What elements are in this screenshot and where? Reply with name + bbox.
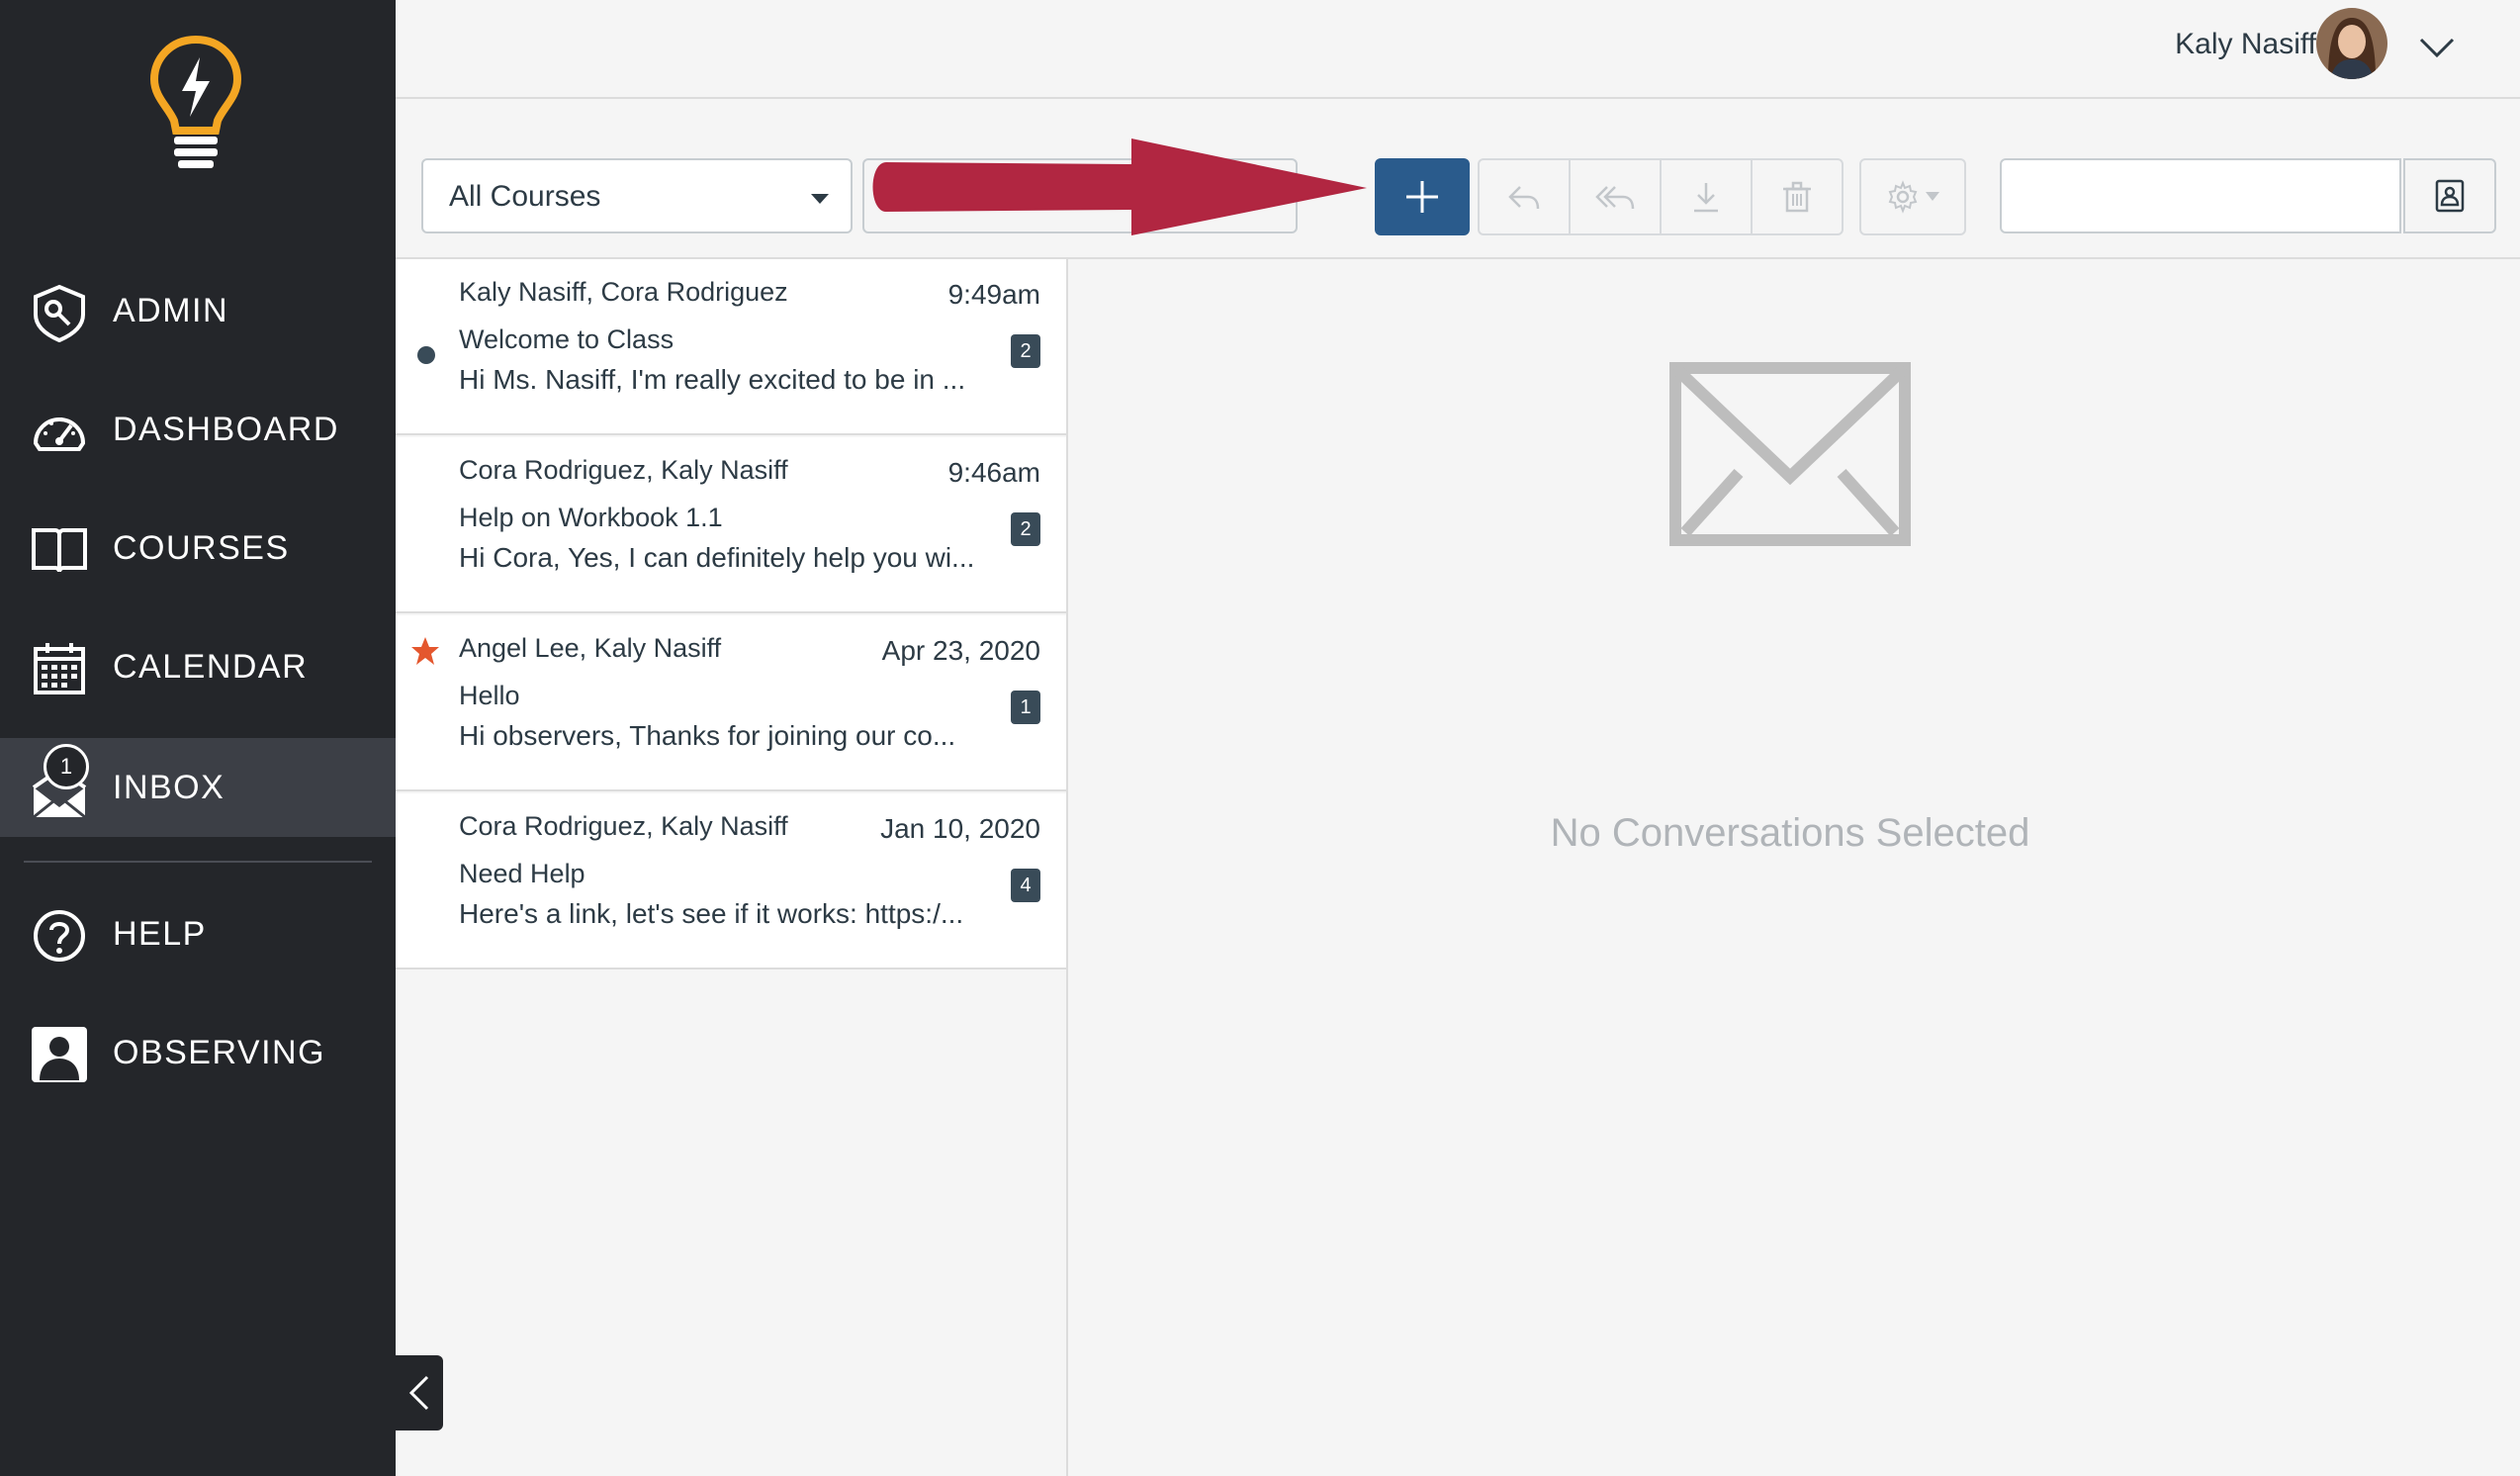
conversation-date: 9:49am — [947, 279, 1040, 310]
conversation-participants: Cora Rodriguez, Kaly Nasiff — [459, 811, 788, 841]
plus-icon — [1406, 181, 1438, 213]
admin-shield-icon — [34, 284, 85, 342]
conversation-preview: Hi observers, Thanks for joining our co.… — [459, 720, 956, 751]
reply-button[interactable] — [1478, 158, 1571, 235]
observer-person-icon — [32, 1027, 87, 1082]
reply-icon — [1508, 186, 1540, 210]
nav-calendar-label: CALENDAR — [113, 647, 309, 686]
conversation-item[interactable]: Kaly Nasiff, Cora Rodriguez 9:49am Welco… — [396, 259, 1066, 435]
nav-courses[interactable]: COURSES — [0, 499, 396, 598]
dashboard-gauge-icon — [33, 417, 86, 451]
conversation-subject: Need Help — [459, 859, 585, 888]
unread-indicator-icon[interactable] — [417, 346, 435, 364]
conversation-list: Kaly Nasiff, Cora Rodriguez 9:49am Welco… — [396, 259, 1068, 1476]
nav-admin-label: ADMIN — [113, 291, 229, 329]
gear-icon — [1888, 180, 1918, 214]
compose-message-button[interactable] — [1375, 158, 1470, 235]
nav-admin[interactable]: ADMIN — [0, 261, 396, 360]
archive-button[interactable] — [1660, 158, 1753, 235]
address-book-button[interactable] — [2403, 158, 2496, 233]
nav-courses-label: COURSES — [113, 528, 290, 567]
trash-icon — [1783, 181, 1811, 213]
message-count-badge: 1 — [1011, 691, 1040, 724]
reply-all-button[interactable] — [1569, 158, 1662, 235]
dropdown-caret-icon — [811, 194, 829, 204]
empty-state-text: No Conversations Selected — [1550, 811, 2030, 855]
settings-menu-button[interactable] — [1859, 158, 1966, 235]
conversation-date: Apr 23, 2020 — [881, 635, 1040, 666]
star-icon[interactable] — [409, 635, 441, 667]
conversation-participants: Cora Rodriguez, Kaly Nasiff — [459, 455, 788, 485]
global-navigation: ADMIN DASHBOARD COURSES CALENDAR INBOX 1… — [0, 0, 396, 1476]
nav-help[interactable]: HELP — [0, 884, 396, 983]
conversation-date: Jan 10, 2020 — [880, 813, 1040, 844]
conversation-subject: Help on Workbook 1.1 — [459, 503, 723, 532]
nav-observing-label: OBSERVING — [113, 1033, 326, 1071]
inbox-toolbar: All Courses — [396, 99, 2520, 259]
inbox-unread-badge: 1 — [44, 744, 89, 789]
nav-inbox-label: INBOX — [113, 768, 225, 806]
chevron-down-icon[interactable] — [2417, 28, 2457, 67]
nav-help-label: HELP — [113, 914, 207, 953]
conversation-date: 9:46am — [947, 457, 1040, 488]
calendar-icon — [34, 643, 85, 694]
nav-dashboard[interactable]: DASHBOARD — [0, 380, 396, 479]
help-circle-icon — [34, 910, 85, 962]
conversation-participants: Angel Lee, Kaly Nasiff — [459, 633, 722, 663]
nav-divider — [24, 861, 372, 863]
delete-button[interactable] — [1751, 158, 1844, 235]
user-avatar[interactable] — [2316, 8, 2387, 79]
conversation-preview: Hi Ms. Nasiff, I'm really excited to be … — [459, 364, 966, 395]
conversation-preview: Here's a link, let's see if it works: ht… — [459, 898, 964, 929]
message-count-badge: 4 — [1011, 869, 1040, 902]
reply-all-icon — [1595, 186, 1635, 210]
lightbulb-logo-icon[interactable] — [148, 36, 243, 174]
annotation-arrow-icon — [872, 138, 1367, 235]
avatar-photo-icon — [2316, 8, 2387, 79]
download-archive-icon — [1694, 183, 1718, 213]
message-actions-group — [1478, 158, 1844, 235]
caret-down-icon — [1926, 192, 1939, 201]
message-count-badge: 2 — [1011, 334, 1040, 368]
conversation-item[interactable]: Cora Rodriguez, Kaly Nasiff Jan 10, 2020… — [396, 793, 1066, 969]
conversation-item[interactable]: Angel Lee, Kaly Nasiff Apr 23, 2020 Hell… — [396, 615, 1066, 791]
nav-calendar[interactable]: CALENDAR — [0, 617, 396, 716]
course-filter-select[interactable]: All Courses — [421, 158, 853, 233]
nav-observing[interactable]: OBSERVING — [0, 1003, 396, 1102]
envelope-icon — [1669, 362, 1911, 546]
user-name[interactable]: Kaly Nasiff — [2175, 28, 2316, 61]
conversation-subject: Welcome to Class — [459, 324, 675, 354]
message-count-badge: 2 — [1011, 512, 1040, 546]
recipient-search-input[interactable] — [2000, 158, 2401, 233]
message-detail-pane: No Conversations Selected — [1068, 259, 2520, 1476]
address-book-icon — [2435, 179, 2465, 213]
course-filter-value: All Courses — [449, 180, 601, 213]
conversation-preview: Hi Cora, Yes, I can definitely help you … — [459, 542, 975, 573]
conversation-item[interactable]: Cora Rodriguez, Kaly Nasiff 9:46am Help … — [396, 437, 1066, 613]
top-header: Kaly Nasiff — [396, 0, 2520, 99]
conversation-subject: Hello — [459, 681, 520, 710]
nav-dashboard-label: DASHBOARD — [113, 410, 339, 448]
book-icon — [32, 528, 87, 573]
conversation-participants: Kaly Nasiff, Cora Rodriguez — [459, 277, 788, 307]
